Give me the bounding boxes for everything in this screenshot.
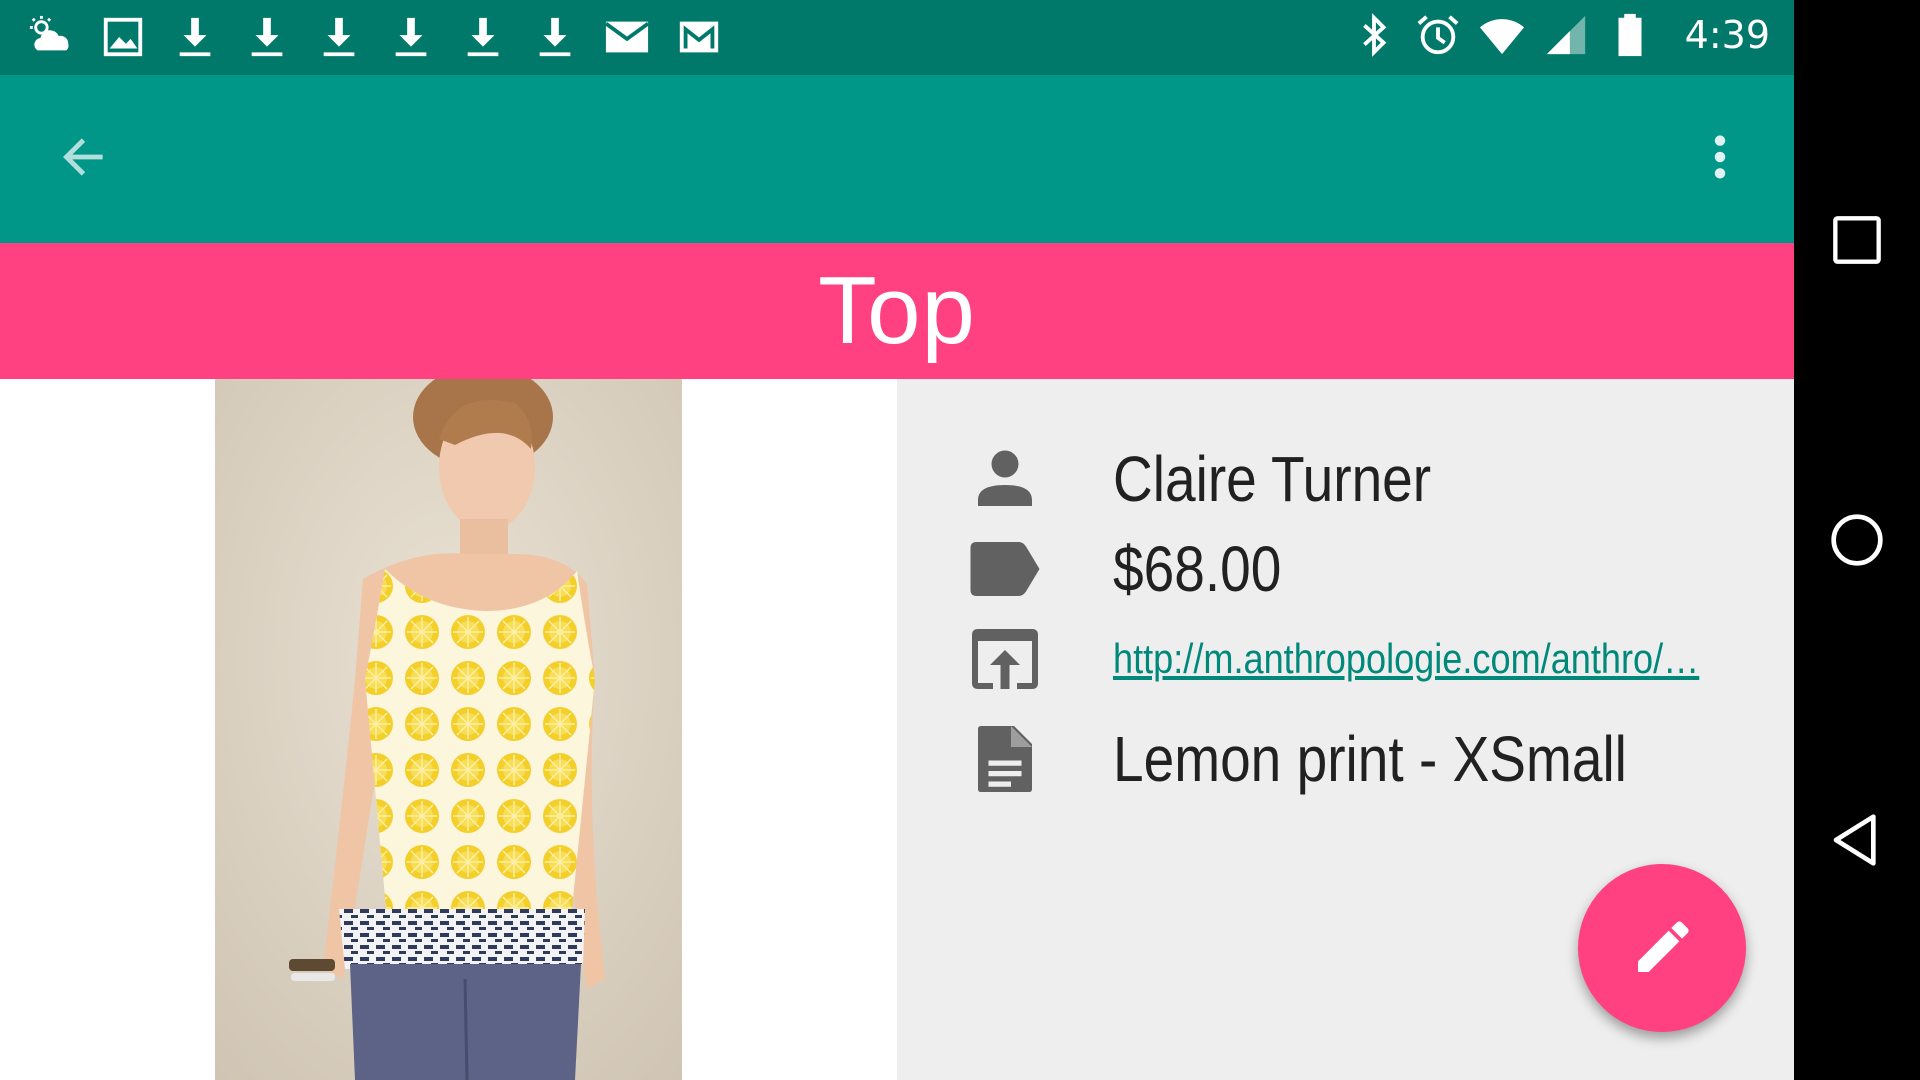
bluetooth-icon	[1362, 13, 1387, 57]
overflow-menu-button[interactable]	[1676, 113, 1764, 201]
back-icon	[1833, 814, 1876, 866]
email-icon	[604, 21, 650, 53]
label-icon	[967, 531, 1043, 607]
system-icons: 4:39	[1351, 12, 1770, 58]
owner-name: Claire Turner	[1113, 443, 1432, 515]
price-value: $68.00	[1113, 533, 1282, 605]
weather-icon	[29, 15, 69, 51]
recents-icon	[1833, 216, 1881, 264]
category-title: Top	[818, 257, 976, 364]
link-row: http://m.anthropologie.com/anthro/…	[897, 604, 1794, 714]
download-icon	[467, 17, 499, 57]
download-icon	[395, 17, 427, 57]
status-bar: 4:39	[0, 0, 1794, 75]
notification-icons	[28, 14, 722, 60]
app-screen: 4:39 Top Claire Turner $68.00 http://m.a…	[0, 0, 1794, 1080]
download-icon	[539, 17, 571, 57]
recents-button[interactable]	[1817, 200, 1897, 280]
open-in-browser-icon	[967, 621, 1043, 697]
battery-icon	[1618, 13, 1642, 57]
arrow-back-icon	[63, 138, 103, 176]
image-icon	[103, 17, 143, 57]
product-photo[interactable]	[215, 379, 682, 1080]
note-icon	[967, 721, 1043, 797]
category-banner: Top	[0, 243, 1794, 379]
download-icon	[323, 17, 355, 57]
gmail-icon	[679, 21, 719, 53]
edit-icon	[1638, 921, 1689, 972]
navigation-bar	[1794, 0, 1920, 1080]
download-icon	[251, 17, 283, 57]
product-link[interactable]: http://m.anthropologie.com/anthro/…	[1113, 635, 1699, 683]
alarm-icon	[1417, 15, 1459, 55]
notes-row: Lemon print - XSmall	[897, 699, 1794, 819]
clock: 4:39	[1684, 13, 1770, 57]
app-toolbar	[0, 75, 1794, 243]
more-vert-icon	[1714, 135, 1726, 179]
person-icon	[967, 441, 1043, 517]
image-panel	[0, 379, 897, 1080]
back-nav-button[interactable]	[1817, 800, 1897, 880]
wifi-icon	[1479, 19, 1524, 55]
back-button[interactable]	[40, 113, 128, 201]
home-icon	[1831, 514, 1883, 566]
edit-fab-button[interactable]	[1578, 864, 1746, 1032]
home-button[interactable]	[1817, 500, 1897, 580]
item-notes: Lemon print - XSmall	[1113, 723, 1627, 795]
cell-signal-icon	[1546, 15, 1585, 55]
download-icon	[179, 17, 211, 57]
